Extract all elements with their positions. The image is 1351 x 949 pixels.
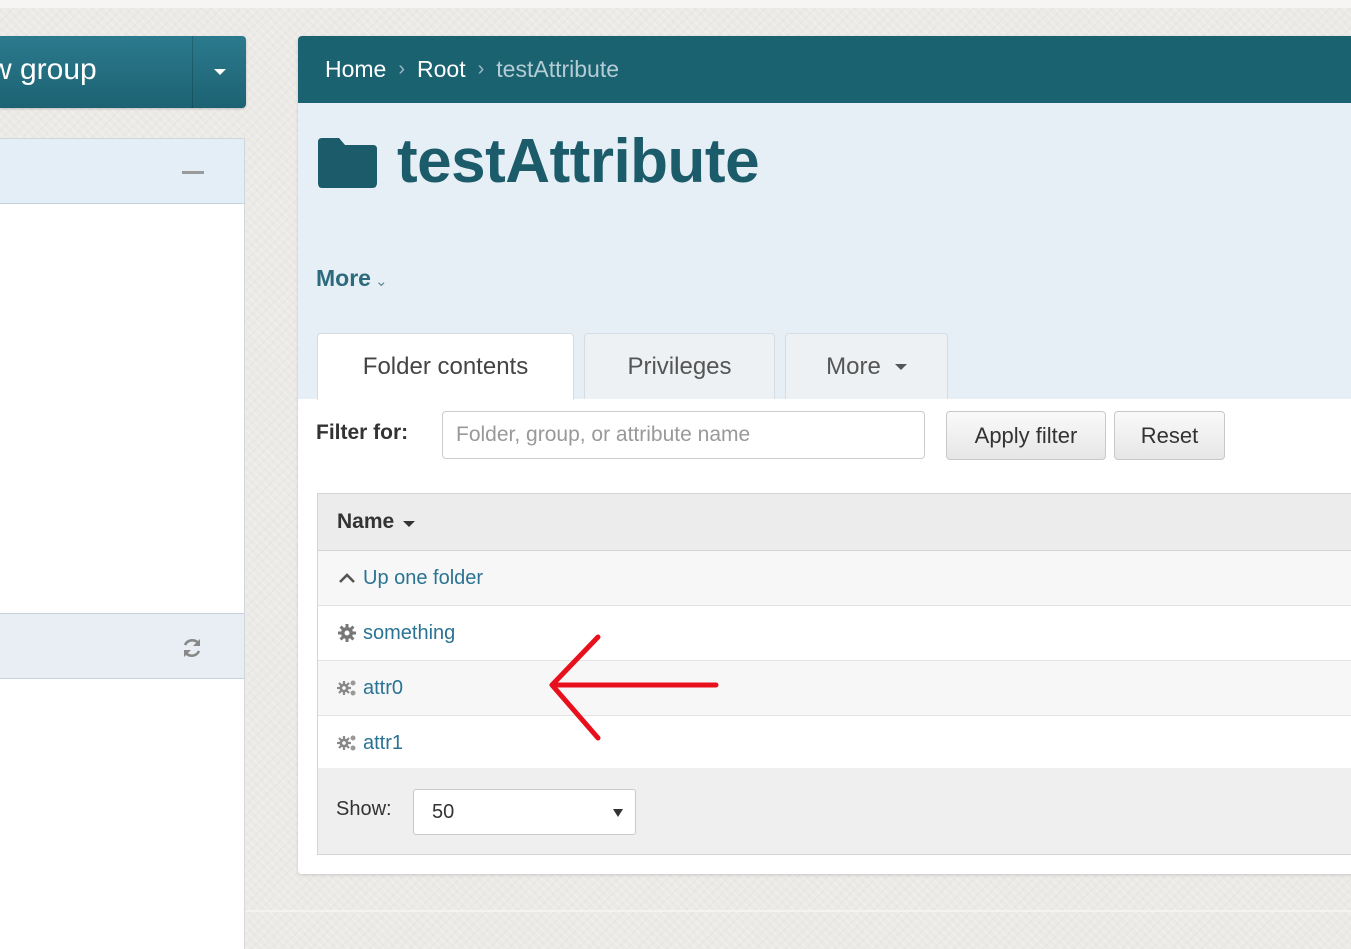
refresh-icon[interactable] <box>180 636 204 660</box>
tab-label: Folder contents <box>362 353 529 380</box>
tab-label: Privileges <box>627 352 732 380</box>
folder-header: testAttribute More ⌄ Folder contents Priv… <box>298 103 1351 400</box>
more-actions-label: More <box>316 265 371 291</box>
show-label: Show: <box>336 798 392 820</box>
main-panel: Home › Root › testAttribute testAttribut… <box>298 36 1351 874</box>
gears-icon <box>337 680 356 696</box>
row-link[interactable]: something <box>363 622 455 645</box>
page-size-select[interactable]: 50 <box>413 789 636 835</box>
apply-filter-button[interactable]: Apply filter <box>946 411 1106 460</box>
caret-down-icon <box>213 69 226 75</box>
row-link[interactable]: Up one folder <box>363 567 483 590</box>
tab-folder-contents[interactable]: Folder contents <box>317 333 574 400</box>
breadcrumb-root[interactable]: Root <box>417 56 466 83</box>
folder-icon <box>318 138 377 188</box>
table-row[interactable]: attr1 <box>318 716 1351 771</box>
left-panel-footer <box>0 613 244 679</box>
left-column-lower <box>0 676 245 949</box>
breadcrumb-separator: › <box>477 58 485 80</box>
table-row[interactable]: attr0 <box>318 661 1351 716</box>
table-row[interactable]: something <box>318 606 1351 661</box>
caret-down-icon <box>894 363 907 370</box>
more-actions-link[interactable]: More ⌄ <box>316 265 388 292</box>
left-panel-header <box>0 139 244 204</box>
filter-label: Filter for: <box>316 421 409 444</box>
row-link[interactable]: attr0 <box>363 677 403 700</box>
top-strip <box>0 0 1351 8</box>
new-group-button[interactable]: w group <box>0 36 246 108</box>
column-header-label: Name <box>337 510 395 533</box>
tab-privileges[interactable]: Privileges <box>584 333 775 399</box>
caret-down-icon <box>613 809 623 817</box>
contents-table: Name Up one folder something attr0 attr1… <box>317 493 1351 855</box>
left-tree-panel <box>0 138 245 679</box>
breadcrumb-separator: › <box>398 58 406 80</box>
chevron-down-icon: ⌄ <box>374 273 388 290</box>
new-group-dropdown-toggle[interactable] <box>192 36 246 108</box>
minus-icon[interactable] <box>182 171 204 174</box>
row-link[interactable]: attr1 <box>363 732 403 755</box>
gears-icon <box>337 735 356 751</box>
page-title: testAttribute <box>397 127 760 196</box>
table-row[interactable]: Up one folder <box>318 551 1351 606</box>
breadcrumb: Home › Root › testAttribute <box>298 36 1351 103</box>
sort-down-icon <box>403 520 416 527</box>
divider <box>246 910 1351 912</box>
reset-button[interactable]: Reset <box>1114 411 1225 460</box>
breadcrumb-current: testAttribute <box>496 56 620 82</box>
filter-input[interactable] <box>442 411 925 459</box>
gear-icon <box>338 624 356 642</box>
chevron-up-icon <box>339 573 355 583</box>
page-size-value: 50 <box>432 800 455 823</box>
tab-label: More <box>826 352 881 380</box>
tab-more[interactable]: More <box>785 333 948 399</box>
table-footer: Show: 50 <box>318 768 1351 854</box>
breadcrumb-home[interactable]: Home <box>325 56 386 83</box>
new-group-label: w group <box>0 53 97 86</box>
column-header-name[interactable]: Name <box>318 494 1351 551</box>
